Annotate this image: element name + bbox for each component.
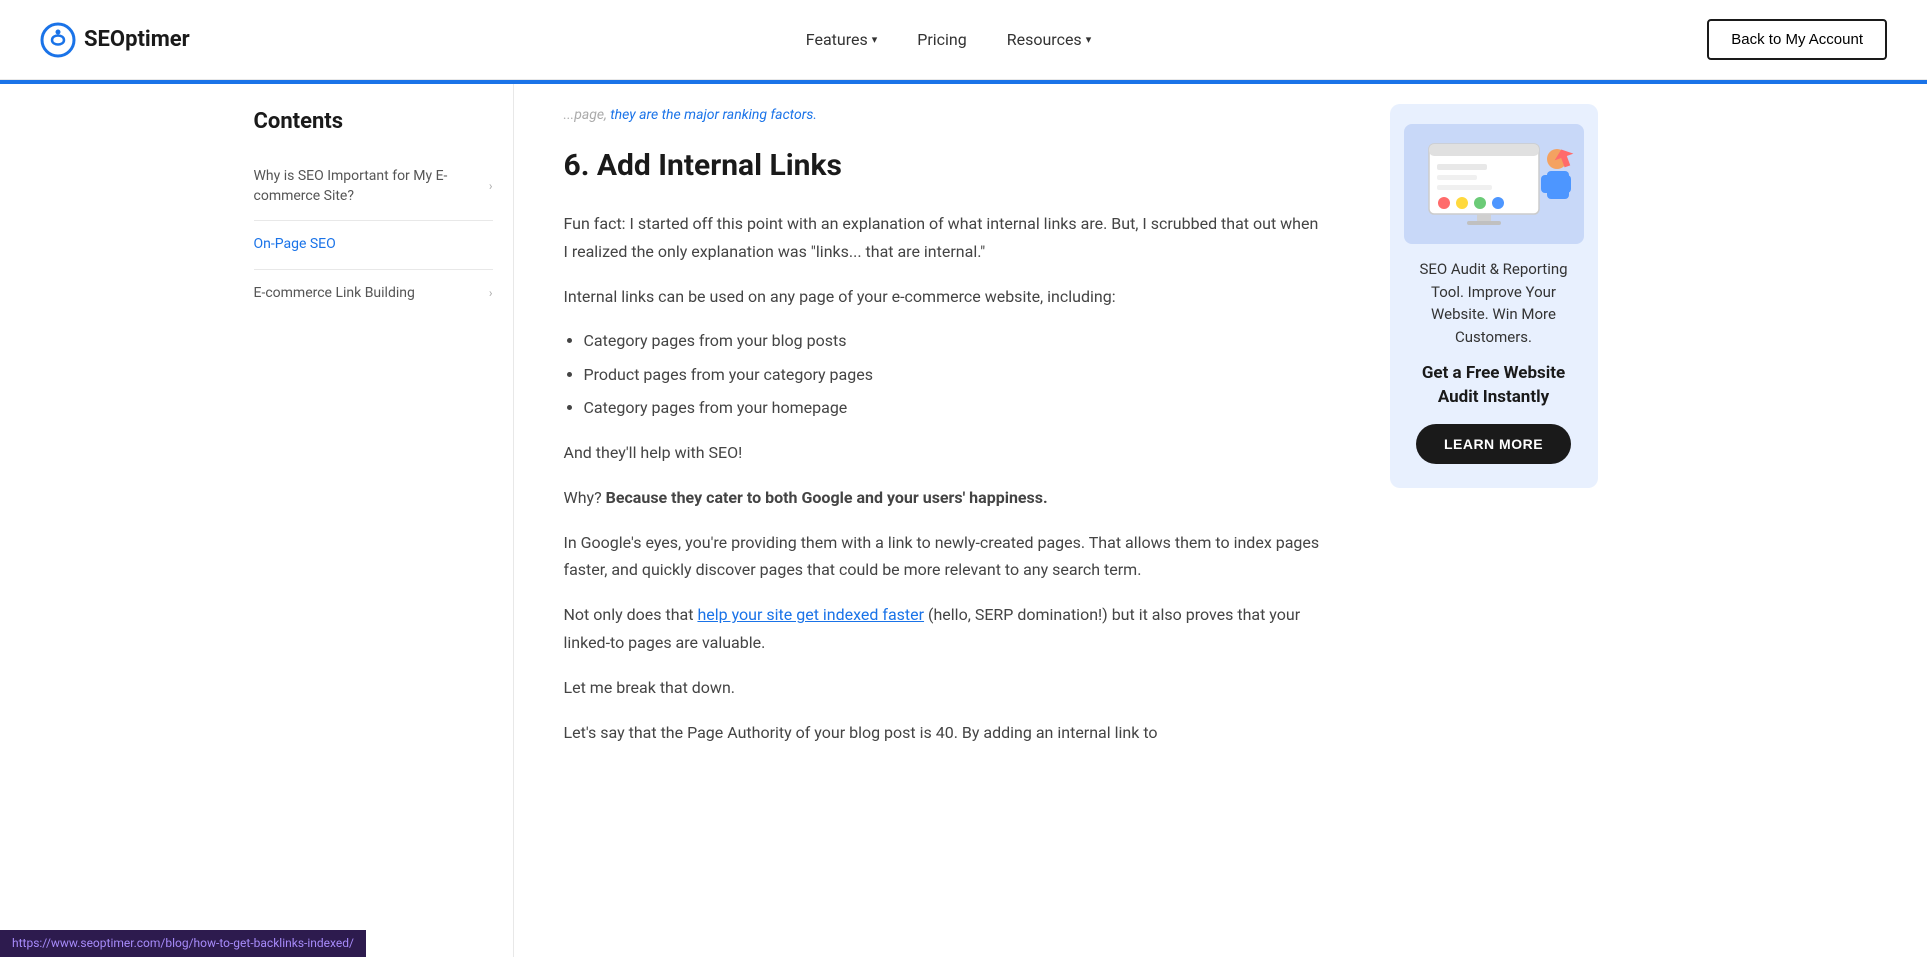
- sidebar-item-link-building[interactable]: E-commerce Link Building ›: [254, 274, 493, 314]
- chevron-right-icon-2: ›: [489, 285, 493, 302]
- cta-card: SEO Audit & Reporting Tool. Improve Your…: [1390, 104, 1598, 488]
- paragraph-google: In Google's eyes, you're providing them …: [564, 529, 1324, 583]
- status-url: https://www.seoptimer.com/blog/how-to-ge…: [12, 936, 354, 950]
- list-item: Category pages from your homepage: [584, 395, 1324, 421]
- indexed-faster-link[interactable]: help your site get indexed faster: [697, 605, 924, 624]
- chevron-down-icon: ▾: [872, 31, 878, 49]
- paragraph-after-bullets: And they'll help with SEO!: [564, 439, 1324, 466]
- main-content: ...page, they are the major ranking fact…: [514, 84, 1374, 957]
- faded-link[interactable]: they are the major ranking factors.: [610, 107, 817, 123]
- back-to-account-button[interactable]: Back to My Account: [1707, 19, 1887, 60]
- list-item: Category pages from your blog posts: [584, 328, 1324, 354]
- sidebar-divider-1: [254, 220, 493, 221]
- logo-text: SEOptimer: [84, 22, 190, 57]
- chevron-down-icon-resources: ▾: [1086, 31, 1092, 49]
- sidebar-divider-2: [254, 269, 493, 270]
- paragraph-lets-say: Let's say that the Page Authority of you…: [564, 719, 1324, 746]
- paragraph-2: Internal links can be used on any page o…: [564, 283, 1324, 310]
- nav-pricing[interactable]: Pricing: [917, 27, 967, 53]
- chevron-right-icon: ›: [489, 178, 493, 195]
- cta-headline: Get a Free Website Audit Instantly: [1406, 362, 1582, 410]
- logo-area[interactable]: SEOptimer: [40, 22, 190, 58]
- status-bar: https://www.seoptimer.com/blog/how-to-ge…: [0, 930, 366, 957]
- paragraph-why: Why? Because they cater to both Google a…: [564, 484, 1324, 511]
- nav-resources[interactable]: Resources ▾: [1007, 27, 1091, 53]
- section-heading: 6. Add Internal Links: [564, 142, 1324, 190]
- sidebar: Contents Why is SEO Important for My E-c…: [234, 84, 514, 957]
- bullet-list: Category pages from your blog posts Prod…: [584, 328, 1324, 421]
- sidebar-title: Contents: [254, 104, 493, 139]
- paragraph-break: Let me break that down.: [564, 674, 1324, 701]
- header: SEOptimer Features ▾ Pricing Resources ▾…: [0, 0, 1927, 80]
- logo-icon: [40, 22, 76, 58]
- page-layout: Contents Why is SEO Important for My E-c…: [214, 84, 1714, 957]
- cta-illustration: [1404, 124, 1584, 244]
- learn-more-button[interactable]: LEARN MORE: [1416, 424, 1571, 464]
- nav-features[interactable]: Features ▾: [806, 27, 877, 53]
- sidebar-item-why-seo[interactable]: Why is SEO Important for My E-commerce S…: [254, 157, 493, 216]
- main-nav: Features ▾ Pricing Resources ▾: [806, 27, 1091, 53]
- cta-description: SEO Audit & Reporting Tool. Improve Your…: [1406, 258, 1582, 348]
- paragraph-not-only: Not only does that help your site get in…: [564, 601, 1324, 655]
- faded-top-text: ...page, they are the major ranking fact…: [564, 104, 1324, 126]
- right-panel: SEO Audit & Reporting Tool. Improve Your…: [1374, 84, 1614, 957]
- list-item: Product pages from your category pages: [584, 362, 1324, 388]
- paragraph-1: Fun fact: I started off this point with …: [564, 210, 1324, 264]
- sidebar-item-on-page-seo[interactable]: On-Page SEO: [254, 225, 493, 265]
